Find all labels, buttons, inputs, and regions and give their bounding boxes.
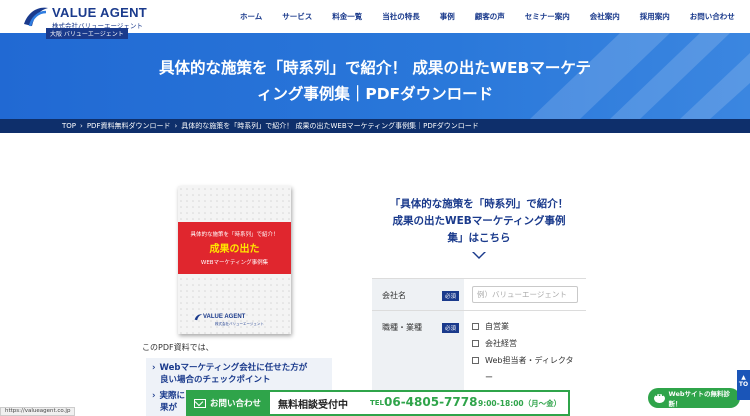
breadcrumb-separator-icon: › <box>174 122 178 130</box>
pdf-booklet-image: 具体的な施策を「時系列」で紹介！ 成果の出た WEBマーケティング事例集 VAL… <box>178 186 291 334</box>
form-heading-line1: 「具体的な施策を「時系列」で紹介！ <box>389 198 569 210</box>
contact-cta-bar[interactable]: お問い合わせ 無料相談受付中 TEL 06-4805-7778 9:00-18:… <box>186 390 570 416</box>
logo-mark-icon <box>24 7 48 27</box>
option-self-employed[interactable]: 自営業 <box>472 321 509 332</box>
breadcrumb-top[interactable]: TOP <box>62 122 76 130</box>
chat-bubble-icon <box>654 391 665 403</box>
free-consult-label: 無料相談受付中 <box>278 400 348 411</box>
back-to-top-button[interactable]: ▲ TO <box>737 370 750 400</box>
logo-tag: 大阪 バリューエージェント <box>46 28 128 39</box>
form-heading: 「具体的な施策を「時系列」で紹介！ 成果の出たWEBマーケティング事例 集」はこ… <box>372 196 586 247</box>
nav-services[interactable]: サービス <box>282 11 312 22</box>
booklet-logo: VALUE AGENT <box>203 314 246 320</box>
feature-item-cont: 良い場合のチェックポイント <box>160 375 271 385</box>
mail-icon <box>194 398 206 408</box>
breadcrumb: TOP › PDF資料無料ダウンロード › 具体的な施策を「時系列」で紹介！ 成… <box>0 119 750 133</box>
pdf-intro-text: このPDF資料では、 <box>142 343 214 352</box>
nav-seminars[interactable]: セミナー案内 <box>525 11 570 22</box>
form-row-company: 会社名 必須 例）バリューエージェント <box>372 279 586 311</box>
role-label: 職種・業種 <box>382 323 422 332</box>
nav-home[interactable]: ホーム <box>240 11 262 22</box>
contact-button[interactable]: お問い合わせ <box>188 392 270 414</box>
required-badge: 必須 <box>442 323 460 333</box>
checkbox[interactable] <box>472 323 479 330</box>
option-web-staff[interactable]: Web担当者・ディレクタ <box>472 355 574 366</box>
page-title-line2: ィング事例集｜PDFダウンロード <box>256 85 494 103</box>
company-label: 会社名 <box>382 291 406 300</box>
nav-pricing[interactable]: 料金一覧 <box>332 11 362 22</box>
booklet-logo-icon <box>194 314 203 321</box>
phone-number[interactable]: 06-4805-7778 <box>384 395 477 409</box>
nav-testimonials[interactable]: 顧客の声 <box>475 11 505 22</box>
booklet-line2: 成果の出た <box>209 244 260 255</box>
breadcrumb-current: 具体的な施策を「時系列」で紹介！ 成果の出たWEBマーケティング事例集｜PDFダ… <box>181 122 479 130</box>
feature-item: › Webマーケティング会社に任せた方が <box>152 363 308 373</box>
nav-recruit[interactable]: 採用案内 <box>640 11 670 22</box>
nav-company[interactable]: 会社案内 <box>590 11 620 22</box>
logo[interactable]: VALUE AGENT 株式会社バリューエージェント <box>22 4 162 30</box>
chevron-right-icon: › <box>152 363 156 373</box>
site-header: VALUE AGENT 株式会社バリューエージェント 大阪 バリューエージェント… <box>0 0 750 39</box>
status-bar-url: https://valueagent.co.jp <box>0 407 76 416</box>
feature-item-cont: 果が <box>160 403 178 413</box>
tel-prefix: TEL <box>370 399 385 407</box>
logo-text: VALUE AGENT <box>52 5 148 20</box>
breadcrumb-separator-icon: › <box>80 122 83 130</box>
company-name-input[interactable]: 例）バリューエージェント <box>472 286 578 303</box>
checkbox[interactable] <box>472 357 479 364</box>
page-title-line1: 具体的な施策を「時系列」で紹介！ 成果の出たWEBマーケテ <box>158 59 592 77</box>
booklet-logo-sub: 株式会社バリューエージェント <box>215 322 264 326</box>
booklet-cover-band: 具体的な施策を「時系列」で紹介！ 成果の出た WEBマーケティング事例集 <box>178 222 291 274</box>
required-badge: 必須 <box>442 291 460 301</box>
option-executive[interactable]: 会社経営 <box>472 338 517 349</box>
nav-contact[interactable]: お問い合わせ <box>690 11 735 22</box>
hero-banner: 具体的な施策を「時系列」で紹介！ 成果の出たWEBマーケテ ィング事例集｜PDF… <box>0 33 750 119</box>
booklet-line1: 具体的な施策を「時系列」で紹介！ <box>190 232 279 238</box>
main-nav: ホーム サービス 料金一覧 当社の特長 事例 顧客の声 セミナー案内 会社案内 … <box>240 0 750 33</box>
chat-diagnosis-button[interactable]: Webサイトの無料診断！ <box>648 388 740 408</box>
checkbox[interactable] <box>472 340 479 347</box>
nav-cases[interactable]: 事例 <box>440 11 455 22</box>
form-heading-line3: 集」はこちら <box>447 232 511 244</box>
feature-item: › 実際に <box>152 391 186 401</box>
arrow-up-icon: ▲ <box>741 374 746 381</box>
form-heading-line2: 成果の出たWEBマーケティング事例 <box>392 215 566 227</box>
chevron-right-icon: › <box>152 391 156 401</box>
nav-features[interactable]: 当社の特長 <box>382 11 420 22</box>
heading-arrow-icon <box>472 251 486 259</box>
breadcrumb-pdf-list[interactable]: PDF資料無料ダウンロード <box>87 121 171 131</box>
business-hours: 9:00-18:00（月〜金） <box>478 399 562 408</box>
option-web-staff-cont: ー <box>485 373 493 382</box>
page-title: 具体的な施策を「時系列」で紹介！ 成果の出たWEBマーケテ ィング事例集｜PDF… <box>110 55 640 107</box>
booklet-line3: WEBマーケティング事例集 <box>200 260 269 266</box>
